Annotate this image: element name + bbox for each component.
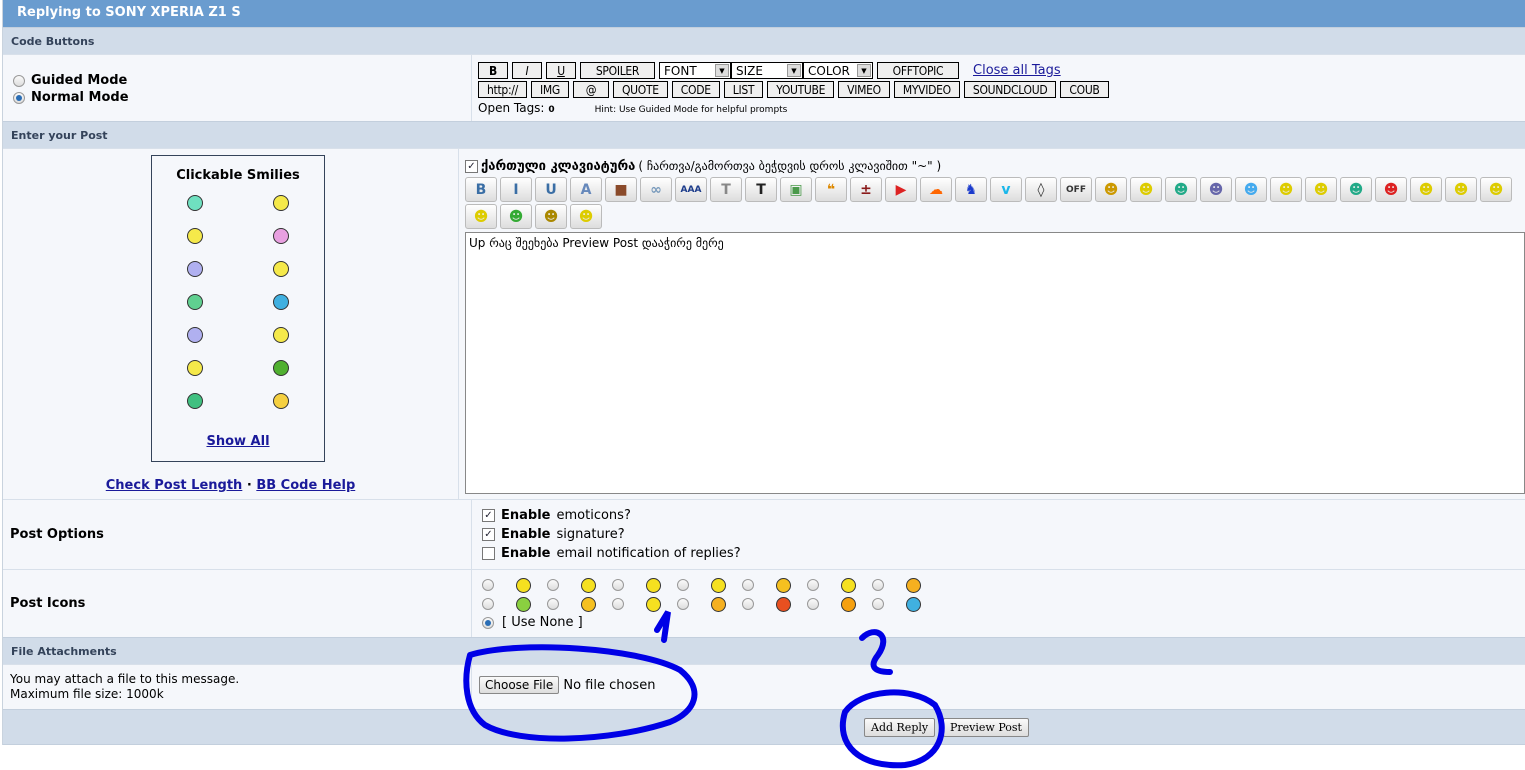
- annotation-circle-1: [463, 644, 698, 742]
- annotation-number-2: [859, 629, 893, 675]
- annotation-circle-2: [839, 689, 945, 769]
- annotation-overlay: [463, 610, 945, 769]
- annotation-number-1: [654, 610, 671, 643]
